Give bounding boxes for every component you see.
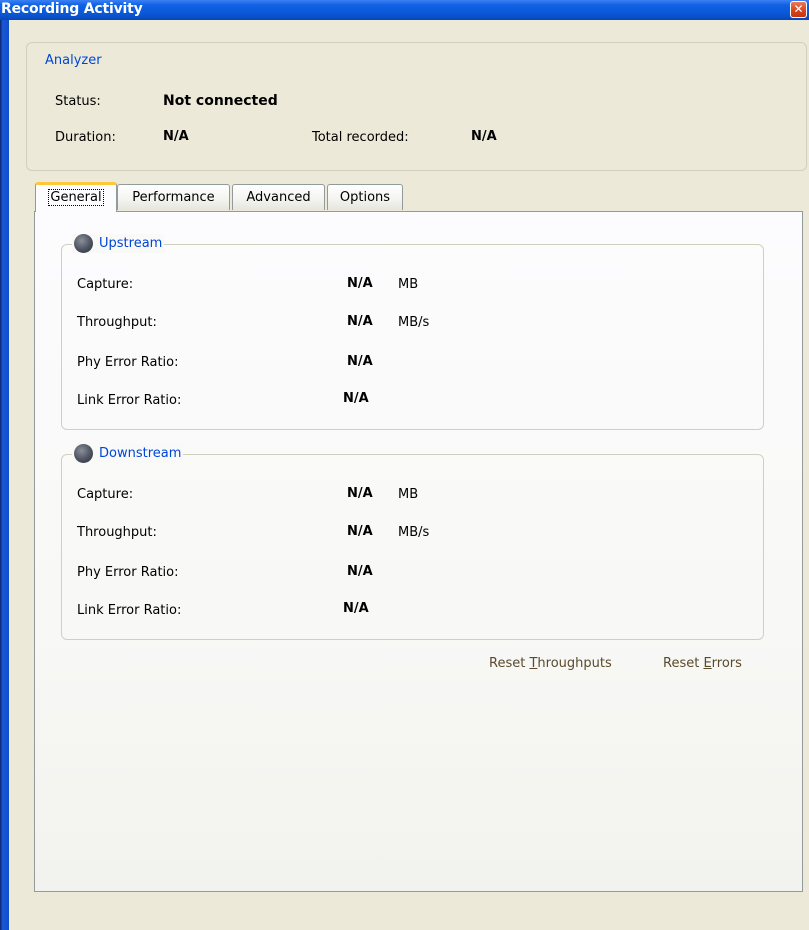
upstream-throughput-value: N/A xyxy=(347,314,373,329)
analyzer-legend: Analyzer xyxy=(43,53,104,68)
recording-activity-window: Recording Activity ✕ Analyzer Status: No… xyxy=(0,0,809,930)
downstream-throughput-unit: MB/s xyxy=(398,525,430,540)
upstream-legend: Upstream xyxy=(72,234,165,253)
tab-general[interactable]: General xyxy=(35,182,117,212)
downstream-legend: Downstream xyxy=(72,444,184,463)
tab-options[interactable]: Options xyxy=(327,184,403,210)
downstream-link-error-label: Link Error Ratio: xyxy=(77,603,182,618)
tab-advanced[interactable]: Advanced xyxy=(232,184,325,210)
window-left-border xyxy=(0,0,9,930)
tab-performance[interactable]: Performance xyxy=(117,184,230,210)
upstream-title: Upstream xyxy=(99,236,163,251)
tab-advanced-label: Advanced xyxy=(246,190,311,205)
downstream-phy-error-label: Phy Error Ratio: xyxy=(77,565,179,580)
status-value: Not connected xyxy=(163,93,278,109)
duration-label: Duration: xyxy=(55,130,116,145)
downstream-link-error-value: N/A xyxy=(343,601,369,616)
upstream-throughput-label: Throughput: xyxy=(77,315,157,330)
reset-errors-accelerator: E xyxy=(703,656,712,671)
upstream-capture-value: N/A xyxy=(347,276,373,291)
tab-options-label: Options xyxy=(339,190,391,205)
reset-throughputs-pre: Reset xyxy=(489,656,530,671)
upstream-status-led-icon xyxy=(74,234,93,253)
title-bar[interactable]: Recording Activity ✕ xyxy=(0,0,809,20)
upstream-capture-unit: MB xyxy=(398,277,419,292)
total-recorded-label: Total recorded: xyxy=(312,130,409,145)
upstream-phy-error-value: N/A xyxy=(347,354,373,369)
tab-performance-label: Performance xyxy=(132,190,215,205)
reset-errors-post: rrors xyxy=(711,656,742,671)
window-title: Recording Activity xyxy=(1,1,143,17)
close-icon: ✕ xyxy=(793,2,804,16)
tab-general-label: General xyxy=(48,189,104,206)
upstream-phy-error-label: Phy Error Ratio: xyxy=(77,355,179,370)
reset-errors-pre: Reset xyxy=(663,656,704,671)
downstream-throughput-label: Throughput: xyxy=(77,525,157,540)
upstream-throughput-unit: MB/s xyxy=(398,315,430,330)
downstream-capture-unit: MB xyxy=(398,487,419,502)
upstream-link-error-value: N/A xyxy=(343,391,369,406)
downstream-capture-value: N/A xyxy=(347,486,373,501)
close-button[interactable]: ✕ xyxy=(790,1,807,18)
upstream-link-error-label: Link Error Ratio: xyxy=(77,393,182,408)
reset-throughputs-button[interactable]: Reset Throughputs xyxy=(489,656,612,671)
status-label: Status: xyxy=(55,94,101,109)
duration-value: N/A xyxy=(163,129,189,144)
reset-throughputs-post: hroughputs xyxy=(537,656,612,671)
downstream-status-led-icon xyxy=(74,444,93,463)
reset-errors-button[interactable]: Reset Errors xyxy=(663,656,742,671)
total-recorded-value: N/A xyxy=(471,129,497,144)
downstream-capture-label: Capture: xyxy=(77,487,134,502)
downstream-phy-error-value: N/A xyxy=(347,564,373,579)
analyzer-group xyxy=(26,42,807,171)
upstream-capture-label: Capture: xyxy=(77,277,134,292)
downstream-throughput-value: N/A xyxy=(347,524,373,539)
downstream-title: Downstream xyxy=(99,446,182,461)
